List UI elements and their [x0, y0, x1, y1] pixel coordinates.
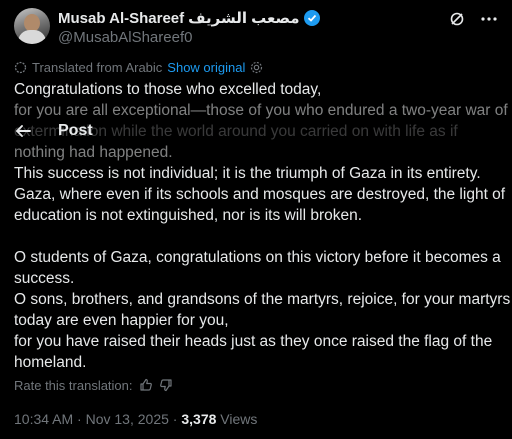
- views-count: 3,378: [181, 411, 217, 427]
- display-name-arabic[interactable]: مصعب الشريف: [188, 11, 299, 26]
- meta-separator: ·: [168, 411, 182, 427]
- post-header: Musab Al-Shareef مصعب الشريف @MusabAlSha…: [14, 8, 498, 48]
- page-title: Post: [58, 122, 93, 139]
- verified-badge-icon: [303, 10, 320, 26]
- more-icon[interactable]: [480, 10, 498, 28]
- translation-label: Translated from Arabic: [32, 59, 163, 75]
- thumbs-down-icon[interactable]: [159, 378, 173, 392]
- tweet-line: homeland.: [14, 354, 87, 371]
- tweet-line: Congratulations to those who excelled to…: [14, 81, 322, 98]
- post-date[interactable]: Nov 13, 2025: [86, 411, 169, 427]
- tweet-line: nothing had happened.: [14, 144, 173, 161]
- post-meta: 10:34 AM · Nov 13, 2025 · 3,378 Views: [14, 411, 257, 427]
- post-time[interactable]: 10:34 AM: [14, 411, 73, 427]
- name-line[interactable]: Musab Al-Shareef مصعب الشريف: [58, 8, 320, 28]
- tweet-line: success.: [14, 270, 75, 287]
- tweet-line: today are even happier for you,: [14, 312, 229, 329]
- tweet-line: O sons, brothers, and grandsons of the m…: [14, 291, 511, 308]
- rate-translation: Rate this translation:: [14, 377, 173, 393]
- avatar[interactable]: [14, 8, 50, 44]
- user-handle[interactable]: @MusabAlShareef0: [58, 30, 320, 45]
- display-name[interactable]: Musab Al-Shareef: [58, 11, 184, 26]
- thumbs-up-icon[interactable]: [139, 378, 153, 392]
- tweet-line: O students of Gaza, congratulations on t…: [14, 249, 501, 266]
- show-original-link[interactable]: Show original: [167, 60, 245, 75]
- tweet-line: Gaza, where even if its schools and mosq…: [14, 186, 506, 203]
- meta-separator: ·: [73, 411, 86, 427]
- tweet-line: for you are all exceptional—those of you…: [14, 102, 508, 119]
- rate-label: Rate this translation:: [14, 377, 133, 393]
- header-actions: [448, 8, 498, 28]
- translation-note: Translated from Arabic Show original: [14, 59, 263, 75]
- tweet-line: for you have raised their heads just as …: [14, 333, 493, 350]
- translate-icon: [14, 61, 27, 73]
- top-nav-bar: Post: [0, 120, 512, 142]
- tweet-line: This success is not individual; it is th…: [14, 165, 481, 182]
- gear-icon[interactable]: [250, 61, 263, 74]
- back-arrow-icon[interactable]: [14, 122, 32, 140]
- views-label: Views: [220, 411, 258, 427]
- grok-icon[interactable]: [448, 10, 466, 28]
- user-block: Musab Al-Shareef مصعب الشريف @MusabAlSha…: [58, 8, 320, 45]
- tweet-line: education is not extinguished, nor is it…: [14, 207, 363, 224]
